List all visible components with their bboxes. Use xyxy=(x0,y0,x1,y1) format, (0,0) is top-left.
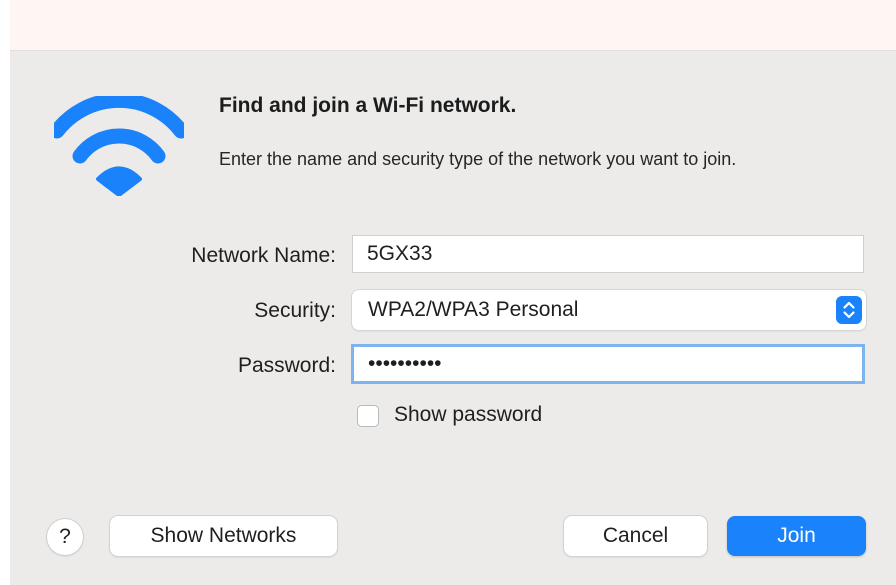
show-password-label[interactable]: Show password xyxy=(394,403,542,427)
title-bar xyxy=(10,0,896,51)
cancel-button[interactable]: Cancel xyxy=(564,516,707,556)
help-button[interactable]: ? xyxy=(47,519,83,555)
wifi-icon xyxy=(54,96,184,196)
security-select[interactable]: WPA2/WPA3 Personal xyxy=(352,290,866,330)
dialog-description: Enter the name and security type of the … xyxy=(219,149,737,169)
password-input[interactable] xyxy=(351,344,865,384)
dialog-title: Find and join a Wi-Fi network. xyxy=(219,94,517,117)
security-select-value: WPA2/WPA3 Personal xyxy=(368,298,579,321)
network-name-input[interactable] xyxy=(352,235,864,273)
security-label: Security: xyxy=(254,299,336,322)
show-networks-button[interactable]: Show Networks xyxy=(110,516,337,556)
join-button[interactable]: Join xyxy=(727,516,866,556)
password-label: Password: xyxy=(237,354,336,377)
show-password-checkbox[interactable] xyxy=(357,405,379,427)
network-name-label: Network Name: xyxy=(191,244,336,267)
chevron-up-down-icon xyxy=(836,296,862,324)
join-wifi-dialog: Find and join a Wi-Fi network. Enter the… xyxy=(0,0,896,585)
